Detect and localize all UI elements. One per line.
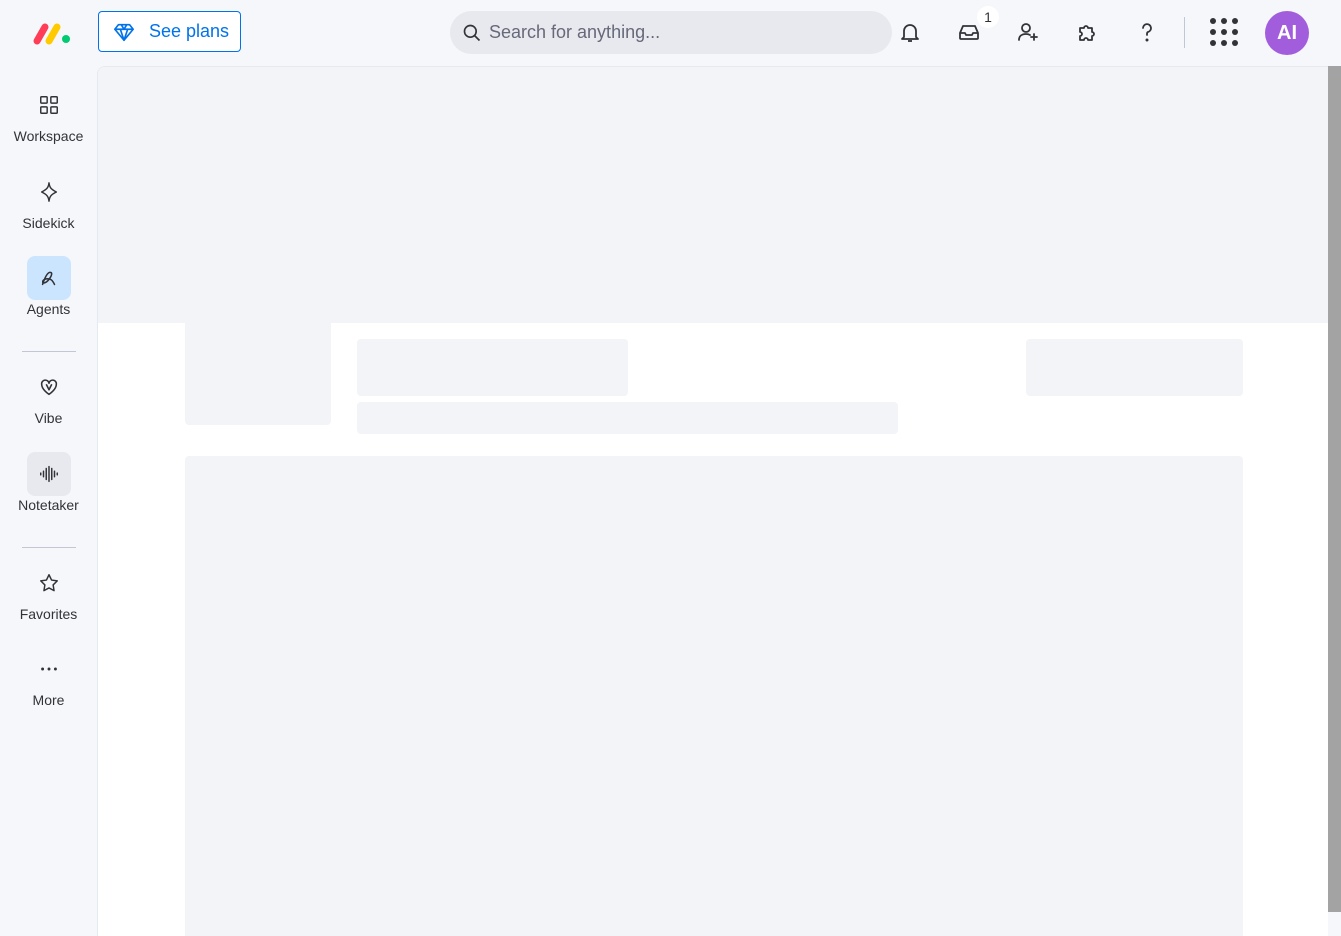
dot [1221, 18, 1227, 24]
sidebar-item-label: More [32, 692, 65, 708]
inbox-icon [959, 25, 979, 40]
grid-icon [27, 83, 71, 127]
loading-action-placeholder [1026, 339, 1243, 396]
sidebar-item-sidekick[interactable]: Sidekick [0, 170, 97, 232]
sidebar-item-agents[interactable]: Agents [0, 256, 97, 318]
loading-thumbnail-placeholder [185, 317, 331, 425]
loading-hero-placeholder [98, 67, 1328, 323]
search-input[interactable] [489, 22, 879, 43]
dot [1210, 18, 1216, 24]
sidebar-divider [22, 351, 76, 352]
dot [1232, 29, 1238, 35]
user-avatar[interactable]: AI [1265, 11, 1309, 55]
left-sidebar: Workspace Sidekick Agents Vibe Notetaker… [0, 66, 97, 936]
sidebar-item-label: Vibe [34, 410, 63, 426]
dot [1232, 18, 1238, 24]
sidebar-item-favorites[interactable]: Favorites [0, 561, 97, 623]
dot [1210, 40, 1216, 46]
loading-subtitle-placeholder [357, 402, 898, 434]
search-icon [463, 24, 481, 41]
sidebar-item-label: Sidekick [22, 215, 75, 231]
integrations-button[interactable] [1074, 18, 1102, 46]
sidebar-divider [22, 547, 76, 548]
diamond-icon [114, 23, 134, 41]
notifications-button[interactable] [896, 18, 924, 46]
scrollbar-thumb[interactable] [1328, 66, 1341, 912]
bell-icon [901, 24, 919, 42]
top-bar: See plans 1 AI [0, 0, 1341, 66]
invite-members-button[interactable] [1014, 18, 1042, 46]
puzzle-icon [1079, 25, 1095, 41]
dot [1221, 29, 1227, 35]
add-user-icon [1018, 23, 1038, 41]
main-content [97, 66, 1328, 936]
search-bar[interactable] [450, 11, 892, 54]
sidebar-item-notetaker[interactable]: Notetaker [0, 452, 97, 514]
dot [1221, 40, 1227, 46]
sidebar-item-vibe[interactable]: Vibe [0, 365, 97, 427]
loading-content-placeholder [185, 456, 1243, 936]
monday-logo-icon[interactable] [32, 20, 72, 46]
sidebar-item-more[interactable]: More [0, 647, 97, 709]
dot [1210, 29, 1216, 35]
agents-icon [26, 256, 71, 300]
help-button[interactable] [1133, 18, 1161, 46]
apps-grid-button[interactable] [1209, 17, 1239, 47]
question-mark-icon [1142, 23, 1152, 42]
loading-title-placeholder [357, 339, 628, 396]
sidebar-item-label: Workspace [13, 128, 84, 144]
sidebar-item-label: Agents [26, 301, 71, 317]
waveform-icon [26, 452, 71, 496]
see-plans-label: See plans [149, 21, 230, 41]
sidebar-item-label: Notetaker [18, 497, 79, 513]
dot [1232, 40, 1238, 46]
sidebar-item-label: Favorites [19, 606, 78, 622]
see-plans-button[interactable]: See plans [98, 11, 241, 52]
heart-icon [27, 365, 71, 409]
ellipsis-icon [27, 647, 71, 691]
inbox-count-badge: 1 [977, 6, 999, 28]
sidebar-item-workspace[interactable]: Workspace [0, 83, 97, 145]
sparkle-icon [27, 170, 71, 214]
toolbar-divider [1184, 17, 1185, 48]
star-icon [27, 561, 71, 605]
vertical-scrollbar[interactable] [1328, 66, 1341, 912]
